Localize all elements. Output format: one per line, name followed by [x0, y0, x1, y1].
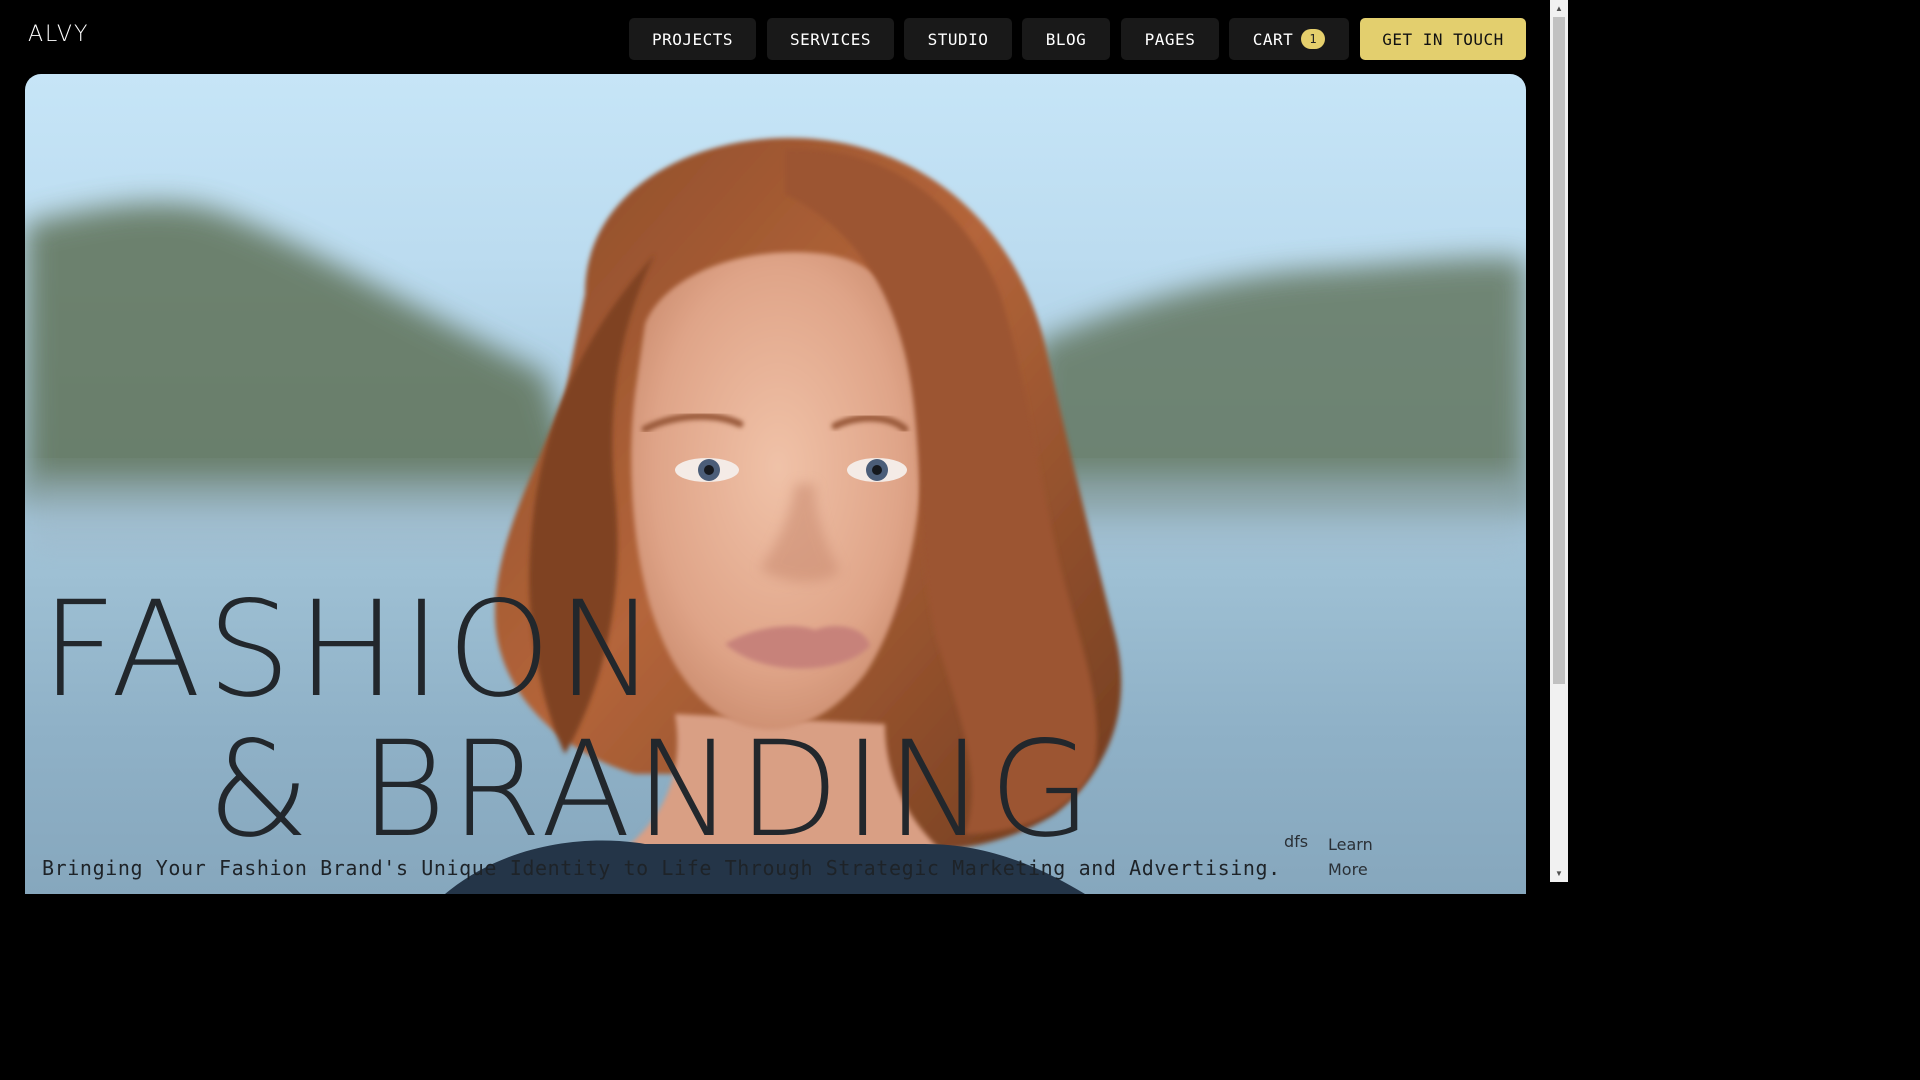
page: ALVY PROJECTS SERVICES STUDIO BLOG PAGES…	[0, 0, 1568, 894]
site-logo[interactable]: ALVY	[28, 22, 89, 47]
cart-count-badge: 1	[1301, 29, 1326, 49]
nav-cart-label: CART	[1252, 29, 1294, 49]
hero-headline-line2: & BRANDING	[207, 713, 1096, 867]
nav-services-button[interactable]: SERVICES	[767, 18, 894, 60]
hero-aside-text: dfs	[1284, 832, 1309, 851]
nav-services-label: SERVICES	[789, 29, 872, 49]
nav-cart-button[interactable]: CART 1	[1229, 18, 1349, 60]
hero-banner: FASHION & BRANDING Bringing Your Fashion…	[25, 74, 1526, 894]
arrow-down-icon[interactable]: ▼	[1550, 865, 1568, 882]
hero-tagline: Bringing Your Fashion Brand's Unique Ide…	[42, 856, 1281, 880]
hero-headline-line1: FASHION	[41, 573, 662, 727]
nav-studio-button[interactable]: STUDIO	[904, 18, 1012, 60]
page-scrollbar[interactable]: ▲ ▼	[1550, 0, 1568, 882]
nav-blog-label: BLOG	[1045, 29, 1087, 49]
nav-projects-button[interactable]: PROJECTS	[629, 18, 756, 60]
nav-studio-label: STUDIO	[927, 29, 989, 49]
scrollbar-thumb[interactable]	[1553, 17, 1565, 684]
learn-more-link[interactable]: Learn More	[1328, 832, 1388, 882]
nav-blog-button[interactable]: BLOG	[1022, 18, 1110, 60]
nav-pages-button[interactable]: PAGES	[1121, 18, 1219, 60]
nav-projects-label: PROJECTS	[651, 29, 734, 49]
nav-pages-label: PAGES	[1144, 29, 1196, 49]
get-in-touch-button[interactable]: GET IN TOUCH	[1360, 18, 1526, 60]
arrow-up-icon[interactable]: ▲	[1550, 0, 1568, 17]
